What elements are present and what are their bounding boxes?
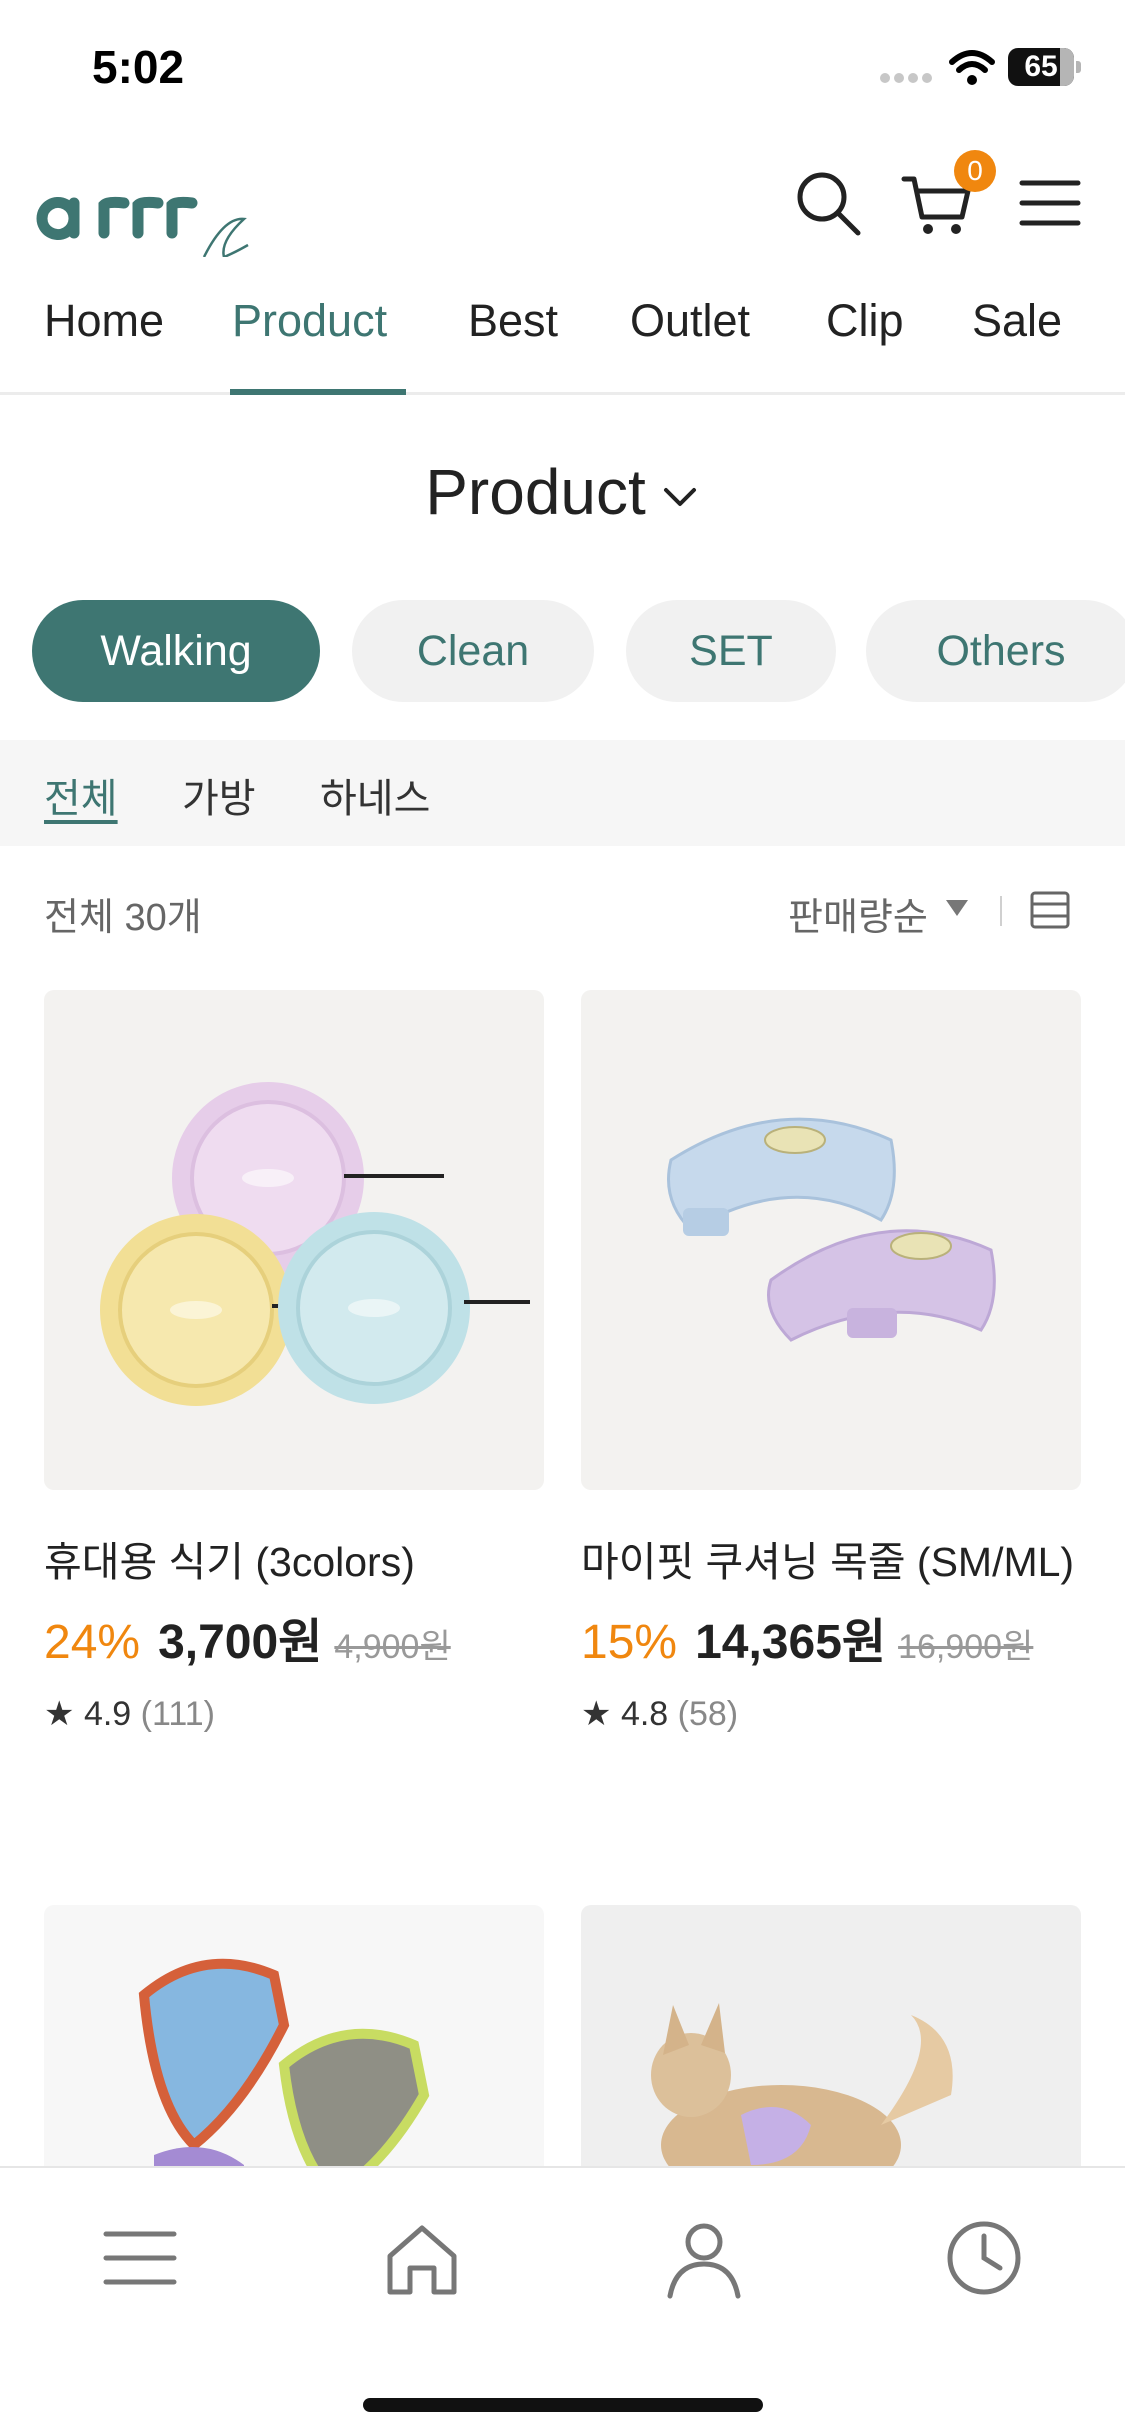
battery-level: 65 — [1024, 50, 1058, 83]
caret-down-icon — [946, 900, 968, 916]
sale-price: 3,700원 — [158, 1616, 323, 1669]
home-indicator — [363, 2398, 763, 2412]
bottom-tab-bar — [0, 2166, 1125, 2436]
search-icon[interactable] — [790, 165, 866, 241]
tab-home[interactable]: Home — [44, 295, 164, 347]
list-view-toggle-icon[interactable] — [1028, 888, 1072, 932]
price-row: 24% 3,700원 4,900원 — [44, 1602, 544, 1672]
original-price: 4,900원 — [334, 1628, 451, 1666]
hamburger-menu-icon[interactable] — [1014, 165, 1090, 241]
tab-product[interactable]: Product — [232, 295, 387, 347]
listing-toolbar: 전체 30개 판매량순 — [0, 882, 1125, 942]
product-image-collars[interactable] — [581, 990, 1081, 1490]
chip-clean[interactable]: Clean — [352, 600, 594, 702]
discount-percent: 24% — [44, 1616, 141, 1669]
review-count: (58) — [677, 1695, 739, 1733]
cellular-signal-icon — [880, 70, 936, 84]
cart-count-badge: 0 — [954, 150, 996, 192]
toolbar-divider — [1000, 896, 1002, 926]
discount-percent: 15% — [581, 1616, 678, 1669]
product-name[interactable]: 마이핏 쿠셔닝 목줄 (SM/ML) — [581, 1536, 1081, 1588]
review-count: (111) — [140, 1695, 215, 1733]
price-row: 15% 14,365원 16,900원 — [581, 1602, 1081, 1672]
product-image-bowls[interactable] — [44, 990, 544, 1490]
chip-walking[interactable]: Walking — [32, 600, 320, 702]
product-rating: ★ 4.8 (58) — [581, 1694, 1081, 1734]
category-chips: Walking Clean SET Others — [0, 600, 1125, 702]
subcategory-filter: 전체 가방 하네스 — [0, 740, 1125, 846]
product-rating: ★ 4.9 (111) — [44, 1694, 544, 1734]
tab-outlet[interactable]: Outlet — [630, 295, 750, 347]
tab-clip[interactable]: Clip — [826, 295, 904, 347]
rating-value: 4.8 — [620, 1695, 669, 1733]
menu-icon[interactable] — [98, 2216, 182, 2300]
clock-icon[interactable] — [942, 2216, 1026, 2300]
wifi-icon — [949, 50, 995, 85]
status-bar: 5:02 65 — [0, 0, 1125, 135]
active-tab-indicator — [230, 389, 406, 395]
chevron-down-icon — [663, 488, 696, 507]
app-header — [0, 135, 1125, 275]
home-icon[interactable] — [380, 2216, 464, 2300]
chip-others[interactable]: Others — [866, 600, 1125, 702]
subfilter-all[interactable]: 전체 — [44, 766, 118, 824]
star-icon: ★ — [581, 1695, 612, 1733]
main-nav: Home Product Best Outlet Clip Sale — [0, 285, 1125, 395]
sort-dropdown[interactable]: 판매량순 — [788, 886, 928, 941]
star-icon: ★ — [44, 1695, 75, 1733]
category-title-dropdown[interactable]: Product — [0, 455, 1125, 529]
tab-sale[interactable]: Sale — [972, 295, 1062, 347]
battery-icon: 65 — [1008, 48, 1081, 88]
chip-set[interactable]: SET — [626, 600, 836, 702]
product-count: 전체 30개 — [44, 897, 202, 939]
original-price: 16,900원 — [898, 1628, 1034, 1666]
page-title: Product — [425, 456, 646, 528]
brand-logo[interactable] — [34, 157, 304, 257]
status-time: 5:02 — [92, 41, 185, 93]
sale-price: 14,365원 — [695, 1616, 887, 1669]
subfilter-harness[interactable]: 하네스 — [320, 766, 430, 824]
user-icon[interactable] — [662, 2216, 746, 2300]
rating-value: 4.9 — [83, 1695, 132, 1733]
subfilter-bag[interactable]: 가방 — [182, 766, 256, 824]
product-card[interactable]: 마이핏 쿠셔닝 목줄 (SM/ML) 15% 14,365원 16,900원 ★ 4… — [581, 990, 1081, 1734]
tab-best[interactable]: Best — [468, 295, 558, 347]
product-name[interactable]: 휴대용 식기 (3colors) — [44, 1536, 544, 1588]
product-card[interactable]: 휴대용 식기 (3colors) 24% 3,700원 4,900원 ★ 4.9 (… — [44, 990, 544, 1734]
